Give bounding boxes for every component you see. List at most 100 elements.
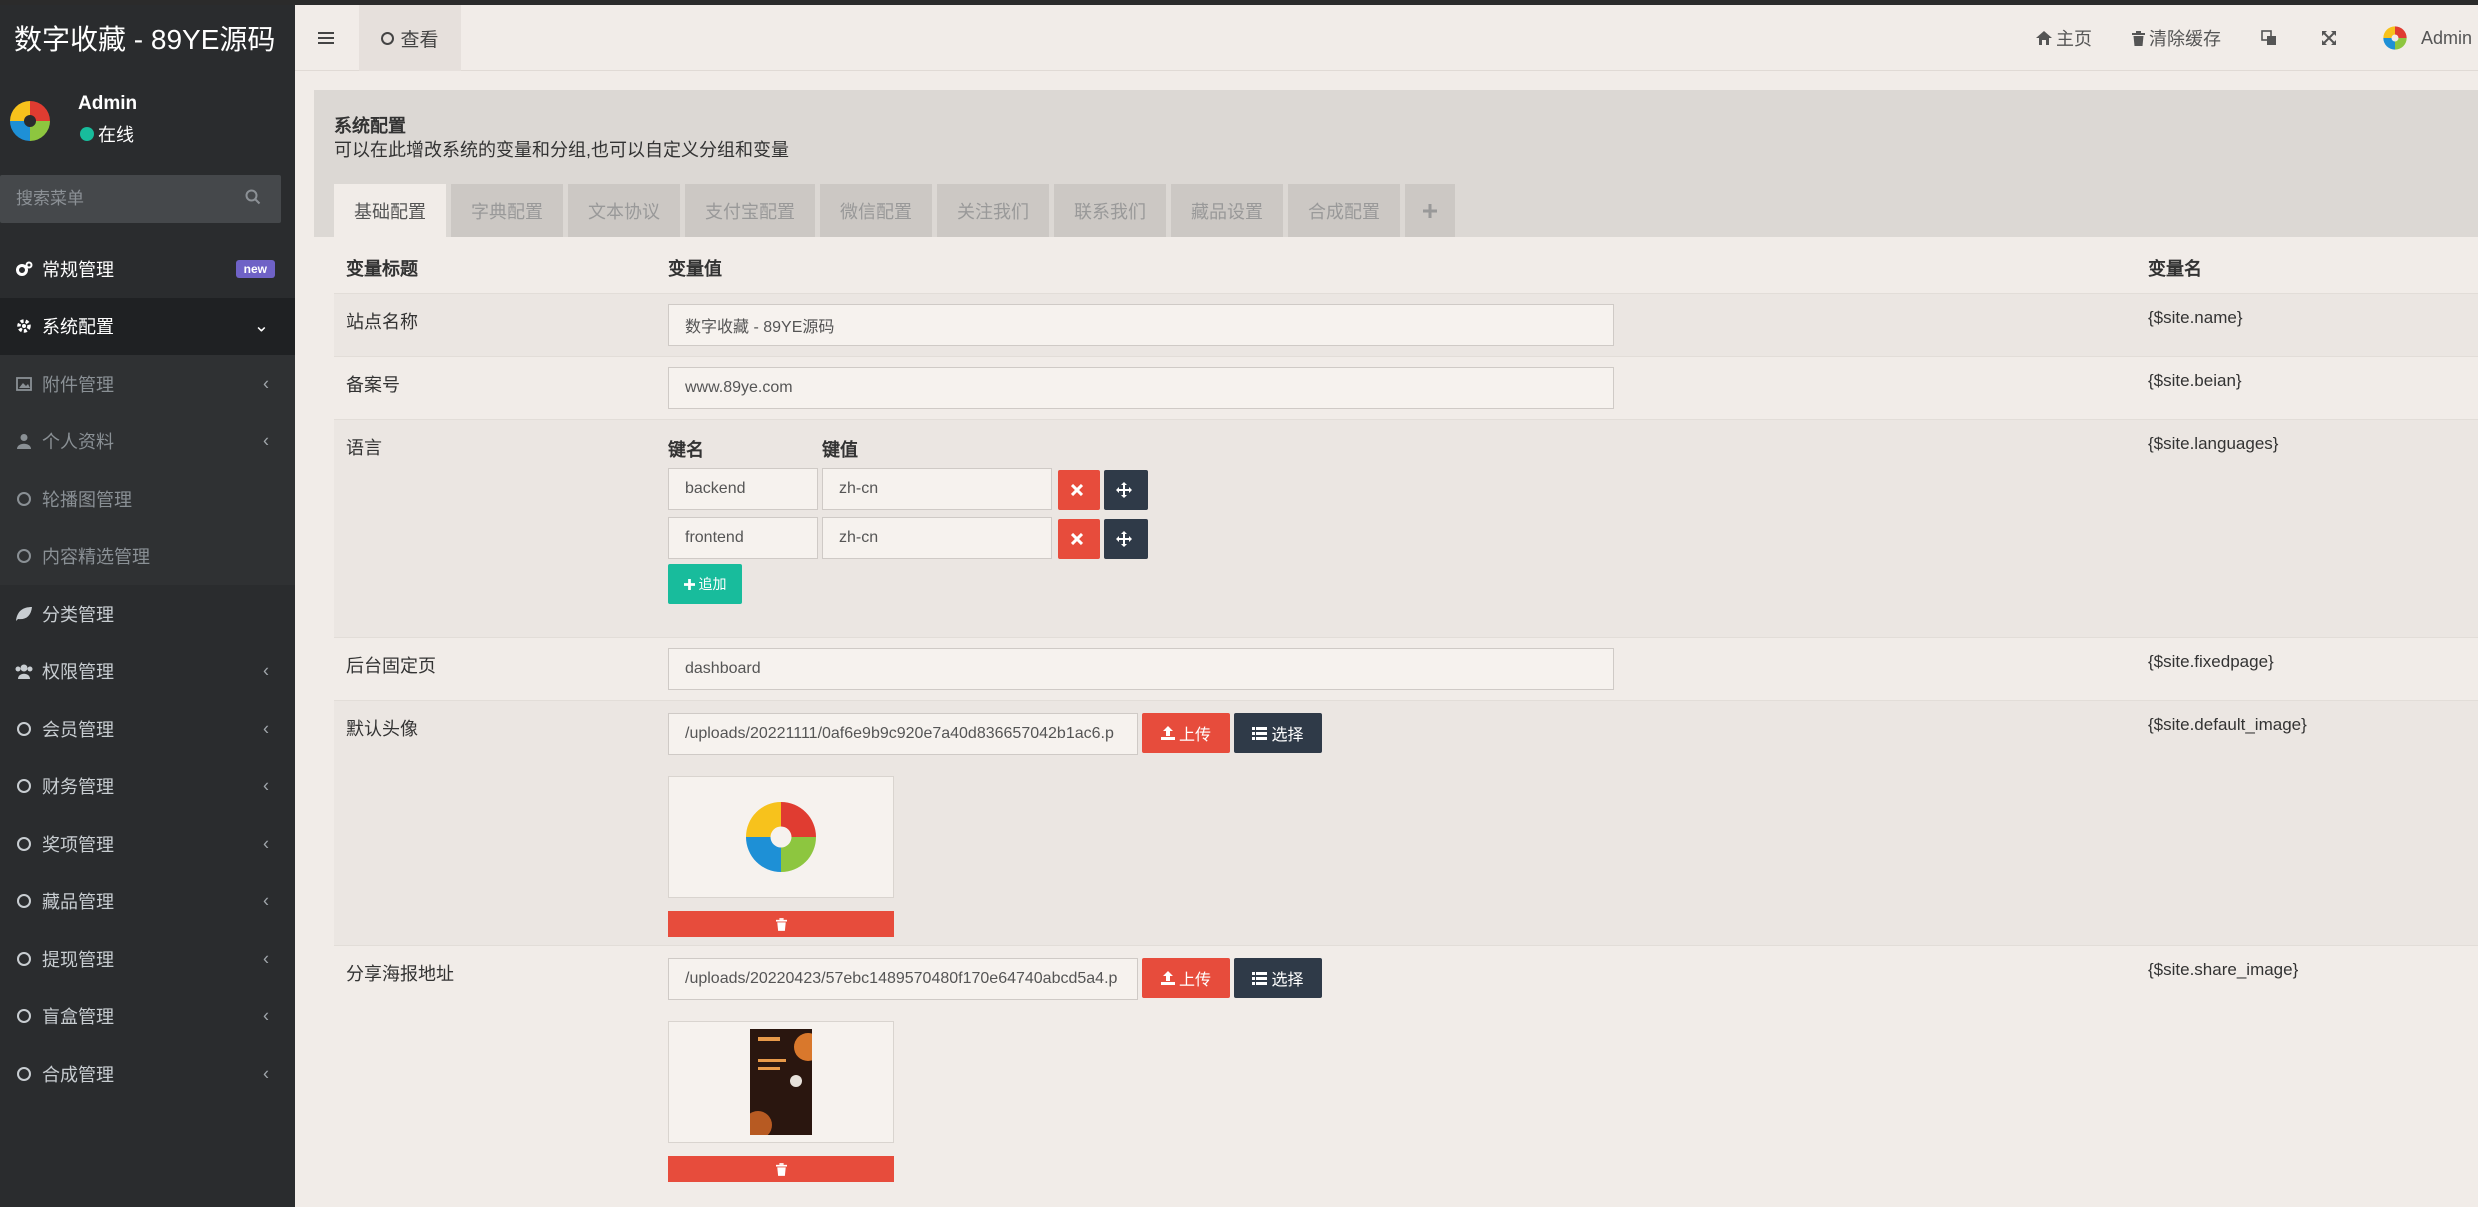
delete-image-button[interactable] bbox=[668, 1156, 894, 1182]
sidebar-menu: 常规管理 new 系统配置 ⌄ 附件管理 ‹ 个人资料 ‹ 轮播图管理 内容精选… bbox=[0, 240, 295, 1103]
sidebar-item-synthesis[interactable]: 合成管理 ‹ bbox=[0, 1045, 295, 1103]
sidebar-item-attachments[interactable]: 附件管理 ‹ bbox=[0, 355, 295, 413]
image-icon bbox=[14, 374, 34, 394]
home-icon bbox=[2035, 31, 2052, 45]
gear-icon bbox=[14, 316, 34, 336]
tab-dictionary[interactable]: 字典配置 bbox=[451, 184, 563, 237]
delete-image-button[interactable] bbox=[668, 911, 894, 937]
circle-icon bbox=[14, 776, 34, 796]
tab-basic[interactable]: 基础配置 bbox=[334, 184, 446, 237]
tab-follow[interactable]: 关注我们 bbox=[937, 184, 1049, 237]
column-header-value: 变量值 bbox=[668, 259, 722, 279]
plus-icon bbox=[683, 578, 695, 590]
sidebar-item-label: 常规管理 bbox=[42, 259, 114, 280]
drag-handle[interactable] bbox=[1104, 519, 1148, 559]
table-row: 默认头像 /uploads/20221111/0af6e9b9c920e7a40… bbox=[334, 700, 2478, 945]
language-button[interactable] bbox=[2261, 30, 2281, 46]
sidebar-item-collections[interactable]: 藏品管理 ‹ bbox=[0, 873, 295, 931]
beian-input[interactable]: www.89ye.com bbox=[668, 367, 1614, 409]
chevron-left-icon: ‹ bbox=[263, 660, 269, 681]
row-title: 语言 bbox=[346, 438, 382, 458]
site-name-input[interactable]: 数字收藏 - 89YE源码 bbox=[668, 304, 1614, 346]
chevron-left-icon: ‹ bbox=[263, 948, 269, 969]
page-title: 系统配置 bbox=[334, 116, 406, 136]
add-tab-button[interactable] bbox=[1405, 184, 1455, 237]
tab-synthesis[interactable]: 合成配置 bbox=[1288, 184, 1400, 237]
sidebar-item-featured[interactable]: 内容精选管理 bbox=[0, 527, 295, 585]
sidebar-item-label: 系统配置 bbox=[42, 317, 114, 338]
sidebar-toggle-button[interactable] bbox=[295, 5, 357, 71]
select-label: 选择 bbox=[1271, 727, 1304, 744]
sidebar-item-label: 轮播图管理 bbox=[42, 489, 132, 510]
clear-cache-link[interactable]: 清除缓存 bbox=[2131, 25, 2221, 51]
page-description: 可以在此增改系统的变量和分组,也可以自定义分组和变量 bbox=[334, 140, 789, 160]
row-title: 默认头像 bbox=[346, 719, 418, 739]
user-status-label: 在线 bbox=[98, 125, 134, 145]
cogs-icon bbox=[14, 259, 34, 279]
menu-search-input[interactable] bbox=[0, 189, 230, 209]
remove-row-button[interactable] bbox=[1058, 519, 1100, 559]
fullscreen-icon bbox=[2321, 31, 2336, 45]
chevron-left-icon: ‹ bbox=[263, 1063, 269, 1084]
tab-alipay[interactable]: 支付宝配置 bbox=[685, 184, 815, 237]
row-variable: {$site.default_image} bbox=[2148, 715, 2307, 734]
tab-view-label: 查看 bbox=[400, 29, 439, 51]
sidebar-item-label: 内容精选管理 bbox=[42, 547, 150, 568]
upload-button[interactable]: 上传 bbox=[1142, 958, 1230, 998]
sidebar-item-finance[interactable]: 财务管理 ‹ bbox=[0, 758, 295, 816]
sidebar-item-system-config[interactable]: 系统配置 ⌄ bbox=[0, 297, 295, 355]
table-row: 备案号 www.89ye.com {$site.beian} bbox=[334, 356, 2478, 419]
admin-menu[interactable]: Admin bbox=[2381, 24, 2472, 52]
upload-button[interactable]: 上传 bbox=[1142, 713, 1230, 753]
main-content: 系统配置 可以在此增改系统的变量和分组,也可以自定义分组和变量 基础配置 字典配… bbox=[314, 90, 2478, 1207]
tab-view[interactable]: 查看 bbox=[359, 5, 461, 71]
home-link[interactable]: 主页 bbox=[2035, 25, 2092, 51]
sidebar-item-withdraw[interactable]: 提现管理 ‹ bbox=[0, 930, 295, 988]
sidebar-item-profile[interactable]: 个人资料 ‹ bbox=[0, 412, 295, 470]
chevron-left-icon: ‹ bbox=[263, 430, 269, 451]
sidebar-item-awards[interactable]: 奖项管理 ‹ bbox=[0, 815, 295, 873]
value-label: 键值 bbox=[822, 440, 858, 460]
sidebar-item-label: 附件管理 bbox=[42, 374, 114, 395]
drag-handle[interactable] bbox=[1104, 470, 1148, 510]
select-button[interactable]: 选择 bbox=[1234, 958, 1322, 998]
select-button[interactable]: 选择 bbox=[1234, 713, 1322, 753]
row-variable: {$site.name} bbox=[2148, 308, 2243, 327]
tab-contact[interactable]: 联系我们 bbox=[1054, 184, 1166, 237]
table-row: 语言 键名 键值 backend zh-cn frontend zh-cn 追加 bbox=[334, 419, 2478, 637]
search-icon[interactable] bbox=[245, 189, 261, 205]
tab-collection[interactable]: 藏品设置 bbox=[1171, 184, 1283, 237]
language-key-input[interactable]: backend bbox=[668, 468, 818, 510]
sidebar-item-label: 会员管理 bbox=[42, 719, 114, 740]
share-image-input[interactable]: /uploads/20220423/57ebc1489570480f170e64… bbox=[668, 958, 1138, 1000]
select-label: 选择 bbox=[1271, 972, 1304, 989]
tab-wechat[interactable]: 微信配置 bbox=[820, 184, 932, 237]
chevron-left-icon: ‹ bbox=[263, 775, 269, 796]
language-value-input[interactable]: zh-cn bbox=[822, 517, 1052, 559]
language-value-input[interactable]: zh-cn bbox=[822, 468, 1052, 510]
row-title: 后台固定页 bbox=[346, 656, 436, 676]
sidebar-item-label: 财务管理 bbox=[42, 777, 114, 798]
language-key-input[interactable]: frontend bbox=[668, 517, 818, 559]
column-header-title: 变量标题 bbox=[346, 259, 418, 279]
chevron-left-icon: ‹ bbox=[263, 833, 269, 854]
sidebar-item-member[interactable]: 会员管理 ‹ bbox=[0, 700, 295, 758]
remove-row-button[interactable] bbox=[1058, 470, 1100, 510]
row-title: 备案号 bbox=[346, 375, 400, 395]
chevron-down-icon: ⌄ bbox=[253, 315, 269, 336]
sidebar-item-blindbox[interactable]: 盲盒管理 ‹ bbox=[0, 988, 295, 1046]
avatar bbox=[10, 101, 50, 141]
default-image-input[interactable]: /uploads/20221111/0af6e9b9c920e7a40d8366… bbox=[668, 713, 1138, 755]
tab-agreement[interactable]: 文本协议 bbox=[568, 184, 680, 237]
move-icon bbox=[1116, 482, 1132, 498]
sidebar-item-permission[interactable]: 权限管理 ‹ bbox=[0, 643, 295, 701]
append-row-button[interactable]: 追加 bbox=[668, 564, 742, 604]
sidebar-item-category[interactable]: 分类管理 bbox=[0, 585, 295, 643]
fullscreen-button[interactable] bbox=[2321, 30, 2341, 46]
brand-title[interactable]: 数字收藏 - 89YE源码 bbox=[0, 5, 295, 75]
sidebar-item-label: 合成管理 bbox=[42, 1064, 114, 1085]
sidebar-item-carousel[interactable]: 轮播图管理 bbox=[0, 470, 295, 528]
sidebar-item-general[interactable]: 常规管理 new bbox=[0, 240, 295, 298]
fixedpage-input[interactable]: dashboard bbox=[668, 648, 1614, 690]
sidebar-item-label: 藏品管理 bbox=[42, 892, 114, 913]
